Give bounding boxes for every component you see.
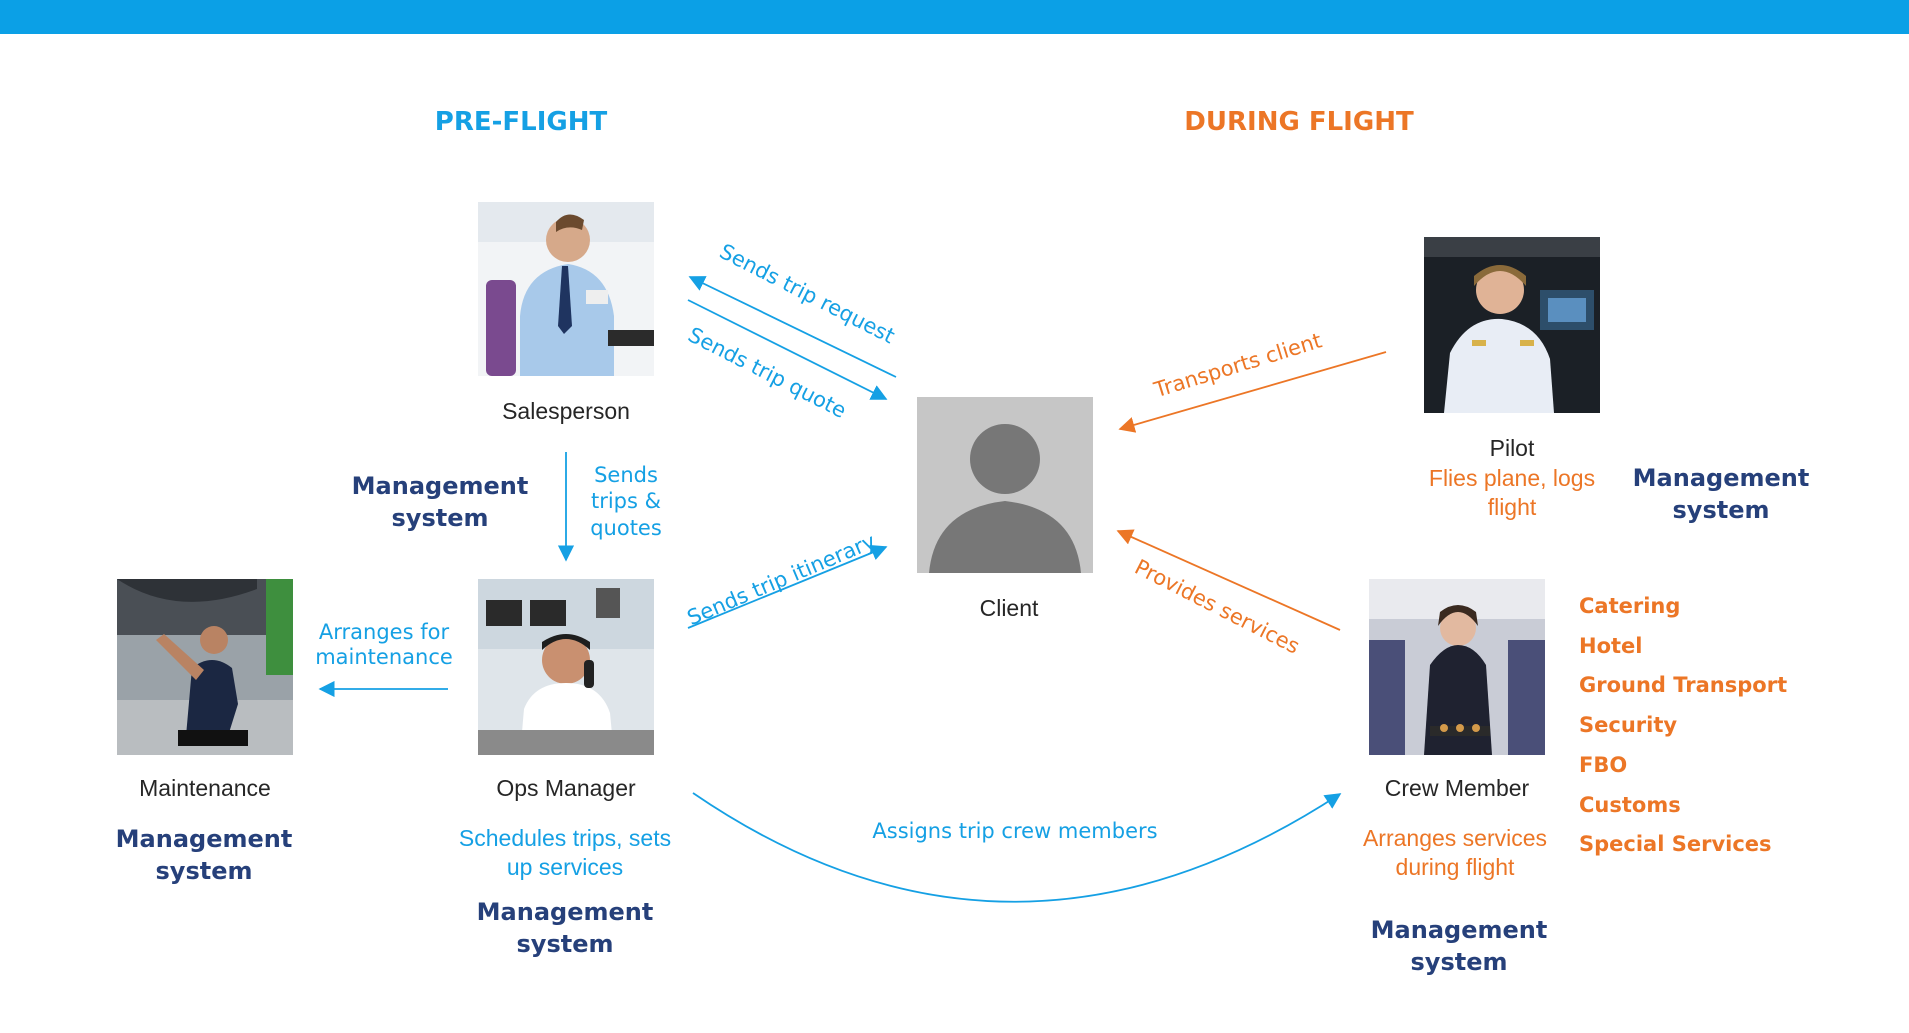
client-avatar-icon xyxy=(917,397,1093,573)
label-provides-services: Provides services xyxy=(1131,555,1304,659)
management-label-line-1: Management xyxy=(351,472,529,500)
crew-member-desc-line-1: Arranges services xyxy=(1362,825,1548,851)
management-system-crew-member: Management system xyxy=(1371,914,1548,978)
pilot-photo xyxy=(1424,237,1600,413)
salesperson-photo xyxy=(478,202,654,376)
management-label-line-2: system xyxy=(1672,496,1770,524)
label-sends-trips-quotes-3: quotes xyxy=(590,516,662,540)
service-item: Customs xyxy=(1579,792,1681,817)
crew-member-desc: Arranges services during flight xyxy=(1363,824,1547,882)
management-label-line-2: system xyxy=(155,857,253,885)
service-item: Catering xyxy=(1579,594,1681,618)
pilot-label: Pilot xyxy=(1489,435,1535,461)
service-item: Security xyxy=(1579,713,1678,738)
crew-member-desc-line-2: during flight xyxy=(1395,854,1515,880)
label-transports-client: Transports client xyxy=(1150,328,1324,402)
label-sends-trip-quote: Sends trip quote xyxy=(684,323,850,423)
management-label-line-1: Management xyxy=(1632,464,1810,492)
management-label-line-2: system xyxy=(516,930,614,958)
service-item: Special Services xyxy=(1579,832,1772,857)
management-label-line-1: Management xyxy=(476,898,654,926)
label-sends-trips-quotes-1: Sends xyxy=(594,463,658,487)
pilot-desc: Flies plane, logs flight xyxy=(1429,464,1595,522)
label-sends-trip-itinerary: Sends trip itinerary xyxy=(684,529,879,630)
ops-manager-label: Ops Manager xyxy=(496,775,636,801)
management-system-ops-manager: Management system xyxy=(477,896,654,960)
pilot-desc-line-1: Flies plane, logs xyxy=(1428,465,1596,491)
maintenance-label: Maintenance xyxy=(139,775,271,801)
label-assigns-trip-crew: Assigns trip crew members xyxy=(872,819,1157,843)
management-system-maintenance: Management system xyxy=(116,823,293,887)
pilot-desc-line-2: flight xyxy=(1487,494,1537,520)
label-arranges-maintenance-1: Arranges for xyxy=(319,620,450,644)
ops-manager-desc-line-2: up services xyxy=(506,854,624,880)
ops-manager-photo xyxy=(478,579,654,755)
label-sends-trips-quotes-2: trips & xyxy=(591,489,661,513)
services-list: Catering Hotel Ground Transport Security… xyxy=(1579,587,1787,865)
management-system-salesperson: Management system xyxy=(352,470,529,534)
ops-manager-desc: Schedules trips, sets up services xyxy=(459,824,671,882)
management-label-line-2: system xyxy=(1410,948,1508,976)
service-item: Ground Transport xyxy=(1579,673,1788,698)
ops-manager-desc-line-1: Schedules trips, sets xyxy=(458,825,672,851)
crew-member-label: Crew Member xyxy=(1384,775,1530,801)
maintenance-photo xyxy=(117,579,293,755)
management-label-line-1: Management xyxy=(115,825,293,853)
service-item: FBO xyxy=(1579,752,1628,777)
salesperson-label: Salesperson xyxy=(502,398,630,424)
crew-member-photo xyxy=(1369,579,1545,755)
service-item: Hotel xyxy=(1579,633,1643,658)
label-sends-trip-request: Sends trip request xyxy=(716,239,899,348)
management-label-line-1: Management xyxy=(1370,916,1548,944)
label-arranges-maintenance-2: maintenance xyxy=(315,645,453,669)
client-label: Client xyxy=(979,595,1039,621)
management-system-pilot: Management system xyxy=(1633,462,1810,526)
arrow-assign-crew xyxy=(692,792,1342,903)
management-label-line-2: system xyxy=(391,504,489,532)
